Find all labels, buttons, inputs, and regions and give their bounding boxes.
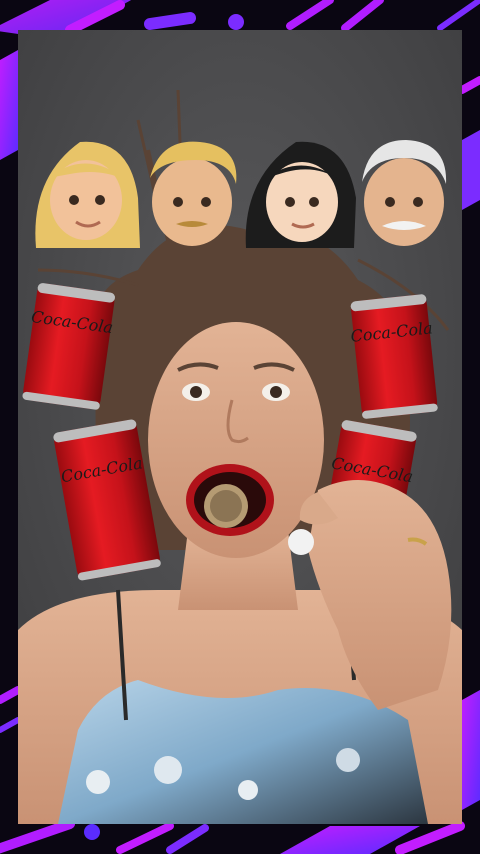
gray-haired-older-man-emoji-icon: [362, 140, 447, 246]
person-face: [148, 322, 324, 558]
mint-candy: [288, 529, 314, 555]
video-frame-photo: Coca-Cola Coca-Cola Coca-Cola Coca-Cola: [18, 30, 462, 824]
cola-can-icon: Coca-Cola: [350, 294, 438, 419]
scene-illustration: Coca-Cola Coca-Cola Coca-Cola Coca-Cola: [18, 30, 462, 824]
